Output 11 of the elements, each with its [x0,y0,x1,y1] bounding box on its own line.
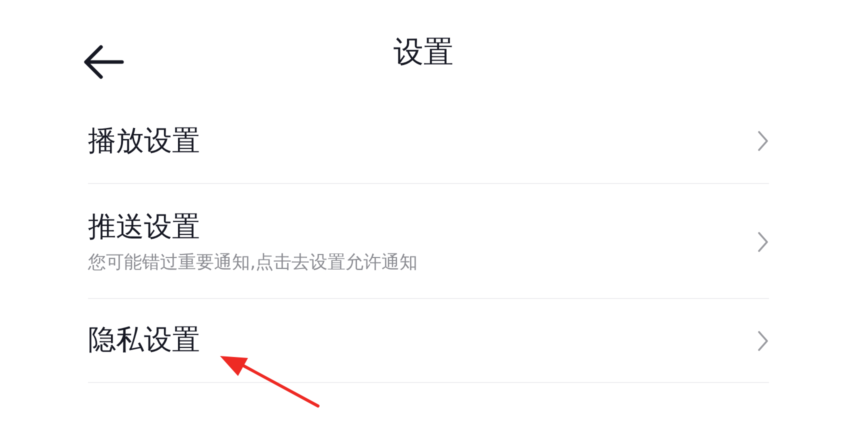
item-title: 播放设置 [88,126,200,157]
back-icon[interactable] [82,45,124,79]
page-title: 设置 [394,34,454,72]
item-subtitle: 您可能错过重要通知,点击去设置允许通知 [88,252,418,272]
settings-item[interactable]: 推送设置 您可能错过重要通知,点击去设置允许通知 [88,184,769,300]
item-title: 隐私设置 [88,325,200,356]
chevron-icon [757,130,769,152]
chevron-icon [757,330,769,352]
item-title: 推送设置 [88,212,201,243]
chevron-icon [757,231,769,254]
settings-item[interactable]: 播放设置 [88,100,769,184]
